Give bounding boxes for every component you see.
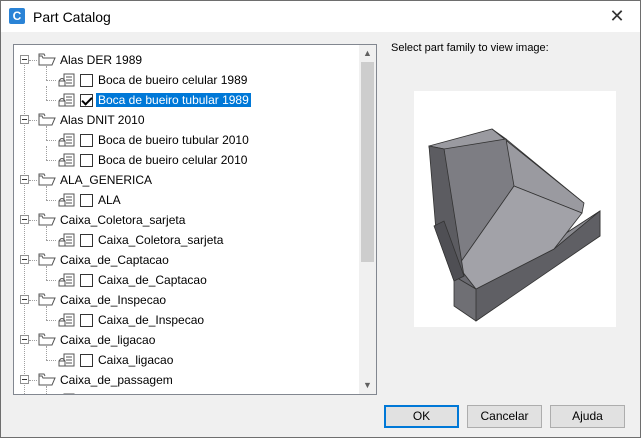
- tree-part-label: Boca de bueiro celular 2010: [98, 153, 248, 167]
- ok-button[interactable]: OK: [384, 405, 459, 428]
- tree-group-label: Alas DER 1989: [60, 53, 143, 67]
- part-family-icon: [58, 192, 76, 208]
- folder-icon: [38, 333, 56, 346]
- part-family-icon: [58, 152, 76, 168]
- tree-group-label: Caixa_Coletora_sarjeta: [60, 213, 186, 227]
- part-tree[interactable]: Alas DER 1989 Boca de bueiro celular 1989…: [13, 44, 377, 395]
- part-3d-model-image: [428, 128, 601, 322]
- help-button[interactable]: Ajuda: [550, 405, 625, 428]
- tree-part-item[interactable]: Boca de bueiro celular 2010: [14, 146, 359, 170]
- tree-part-item[interactable]: Boca de bueiro tubular 2010: [14, 126, 359, 150]
- title-bar: C Part Catalog ✕: [1, 1, 640, 32]
- tree-group-label: Caixa_de_passagem: [60, 373, 173, 387]
- folder-icon: [38, 373, 56, 386]
- tree-group-label: Caixa_de_ligacao: [60, 333, 156, 347]
- part-family-icon: [58, 232, 76, 248]
- tree-part-item[interactable]: Boca de bueiro celular 1989: [14, 66, 359, 90]
- folder-icon: [38, 113, 56, 126]
- part-family-icon: [58, 312, 76, 328]
- collapse-toggle-icon[interactable]: [20, 115, 29, 124]
- part-preview-image: [414, 91, 616, 327]
- tree-part-label: Boca de bueiro celular 1989: [98, 73, 248, 87]
- part-family-icon: [58, 132, 76, 148]
- folder-icon: [38, 253, 56, 266]
- tree-group[interactable]: Caixa_de_passagem: [14, 370, 359, 390]
- tree-part-item[interactable]: ALA: [14, 186, 359, 210]
- collapse-toggle-icon[interactable]: [20, 255, 29, 264]
- scroll-up-arrow-icon[interactable]: ▲: [359, 45, 376, 62]
- folder-icon: [38, 293, 56, 306]
- collapse-toggle-icon[interactable]: [20, 335, 29, 344]
- app-icon: C: [9, 8, 25, 24]
- scroll-thumb[interactable]: [361, 62, 374, 262]
- collapse-toggle-icon[interactable]: [20, 55, 29, 64]
- part-checkbox[interactable]: [80, 154, 93, 167]
- tree-part-label: ALA: [98, 193, 121, 207]
- preview-label: Select part family to view image:: [391, 42, 549, 54]
- folder-icon: [38, 173, 56, 186]
- part-checkbox[interactable]: [80, 314, 93, 327]
- folder-icon: [38, 213, 56, 226]
- tree-part-item[interactable]: Caixa_de_Inspecao: [14, 306, 359, 330]
- tree-part-label: Caixa_ligacao: [98, 353, 174, 367]
- tree-part-label: Boca de bueiro tubular 2010: [98, 133, 249, 147]
- part-checkbox[interactable]: [80, 234, 93, 247]
- tree-group[interactable]: Caixa_de_Captacao: [14, 250, 359, 270]
- collapse-toggle-icon[interactable]: [20, 295, 29, 304]
- scroll-down-arrow-icon[interactable]: ▼: [359, 377, 376, 394]
- cancel-button[interactable]: Cancelar: [467, 405, 542, 428]
- tree-group-label: Caixa_de_Captacao: [60, 253, 169, 267]
- tree-part-label: Caixa_de_Inspecao: [98, 313, 205, 327]
- part-family-icon: [58, 72, 76, 88]
- tree-part-item[interactable]: Caixa_de_Captacao: [14, 266, 359, 290]
- part-family-icon: [58, 352, 76, 368]
- tree-part-label: Caixa_Coletora_sarjeta: [98, 233, 224, 247]
- tree-scrollbar[interactable]: ▲ ▼: [359, 45, 376, 394]
- tree-group[interactable]: Alas DNIT 2010: [14, 110, 359, 130]
- tree-group[interactable]: Caixa_de_ligacao: [14, 330, 359, 350]
- part-family-icon: [58, 92, 76, 108]
- tree-items: Alas DER 1989 Boca de bueiro celular 1989…: [14, 45, 359, 394]
- tree-group[interactable]: Alas DER 1989: [14, 50, 359, 70]
- tree-group-label: Caixa_de_Inspecao: [60, 293, 167, 307]
- tree-part-item[interactable]: Caixa_passagem: [14, 386, 359, 394]
- part-family-icon: [58, 392, 76, 394]
- part-checkbox[interactable]: [80, 74, 93, 87]
- part-checkbox[interactable]: [80, 354, 93, 367]
- part-catalog-dialog: C Part Catalog ✕ Alas DER 1989 Boca de bu…: [0, 0, 641, 438]
- tree-group[interactable]: Caixa_de_Inspecao: [14, 290, 359, 310]
- part-checkbox[interactable]: [80, 94, 93, 107]
- tree-part-label: Caixa_de_Captacao: [98, 273, 207, 287]
- tree-group-label: ALA_GENERICA: [60, 173, 153, 187]
- tree-part-item[interactable]: Caixa_ligacao: [14, 346, 359, 370]
- part-checkbox[interactable]: [80, 134, 93, 147]
- tree-part-label: Caixa_passagem: [96, 393, 193, 394]
- collapse-toggle-icon[interactable]: [20, 375, 29, 384]
- tree-part-item[interactable]: Boca de bueiro tubular 1989: [14, 86, 359, 110]
- window-title: Part Catalog: [33, 9, 111, 25]
- part-checkbox[interactable]: [80, 194, 93, 207]
- collapse-toggle-icon[interactable]: [20, 215, 29, 224]
- tree-group[interactable]: ALA_GENERICA: [14, 170, 359, 190]
- collapse-toggle-icon[interactable]: [20, 175, 29, 184]
- close-icon[interactable]: ✕: [594, 1, 640, 32]
- tree-group[interactable]: Caixa_Coletora_sarjeta: [14, 210, 359, 230]
- folder-icon: [38, 53, 56, 66]
- tree-part-item[interactable]: Caixa_Coletora_sarjeta: [14, 226, 359, 250]
- tree-part-label: Boca de bueiro tubular 1989: [96, 93, 251, 107]
- tree-group-label: Alas DNIT 2010: [60, 113, 145, 127]
- part-family-icon: [58, 272, 76, 288]
- part-checkbox[interactable]: [80, 274, 93, 287]
